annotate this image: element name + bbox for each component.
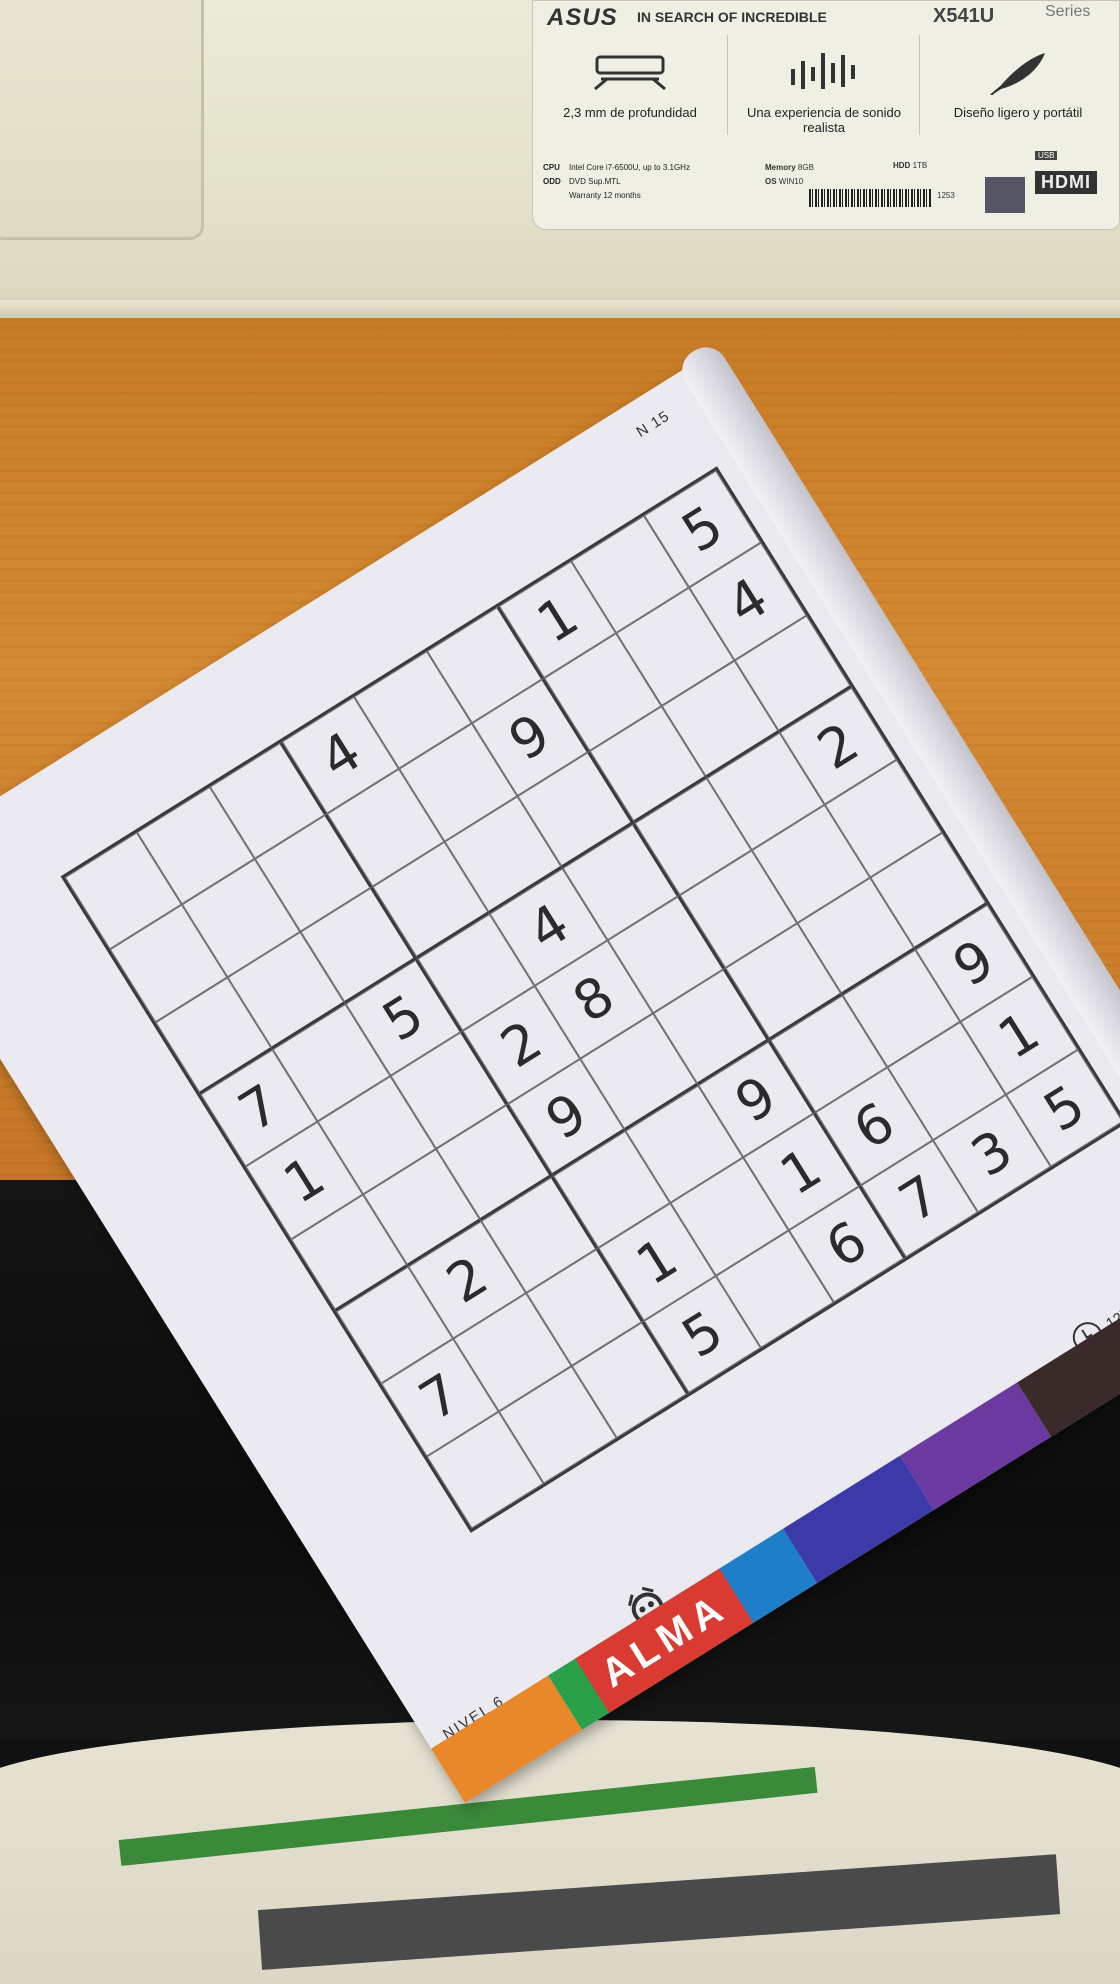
sticker-brand: ASUS — [547, 4, 618, 31]
laptop-palmrest: ASUS IN SEARCH OF INCREDIBLE X541U Serie… — [0, 0, 1120, 318]
spec-row: Warranty 12 months — [569, 191, 641, 200]
sticker-spec-list-2: Memory 8GB OS WIN10 — [765, 163, 814, 186]
sticker-series: Series — [1045, 3, 1091, 20]
sticker-feature-weight: Diseño ligero y portátil — [925, 31, 1111, 147]
sticker-feature-sound: Una experiencia de sonido realista — [731, 31, 917, 147]
hdmi-logo: HDMI — [1035, 171, 1097, 194]
striped-shirt — [0, 1720, 1120, 1984]
sticker-feature-depth-text: 2,3 mm de profundidad — [563, 105, 697, 120]
sticker-divider — [919, 35, 920, 135]
laptop-spec-sticker: ASUS IN SEARCH OF INCREDIBLE X541U Serie… — [532, 0, 1120, 230]
sticker-tagline: IN SEARCH OF INCREDIBLE — [637, 9, 827, 25]
sound-wave-icon — [791, 53, 855, 89]
spec-row: CPU Intel Core i7-6500U, up to 3.1GHz — [543, 163, 690, 172]
spec-row: ODD DVD Sup.MTL — [543, 177, 621, 186]
sticker-model: X541U — [933, 5, 995, 27]
sticker-spec-list: CPU Intel Core i7-6500U, up to 3.1GHz ODD… — [543, 161, 690, 203]
usb-logo: USB — [1035, 151, 1058, 160]
sticker-hdd: HDD 1TB — [893, 161, 928, 170]
puzzle-number: N 15 — [633, 407, 673, 441]
thin-laptop-icon — [594, 55, 666, 91]
sticker-barcode-number: 1253 — [937, 191, 955, 200]
photo-scene: ASUS IN SEARCH OF INCREDIBLE X541U Serie… — [0, 0, 1120, 1984]
laptop-touchpad — [0, 0, 204, 240]
shirt-stripe — [257, 1854, 1061, 1970]
sticker-divider — [727, 35, 728, 135]
sticker-feature-weight-text: Diseño ligero y portátil — [953, 105, 1083, 120]
sticker-feature-depth: 2,3 mm de profundidad — [537, 31, 723, 147]
energy-logo — [985, 177, 1025, 213]
sticker-feature-sound-text: Una experiencia de sonido realista — [747, 105, 901, 135]
feather-icon — [990, 53, 1045, 95]
sticker-barcode — [809, 189, 931, 207]
